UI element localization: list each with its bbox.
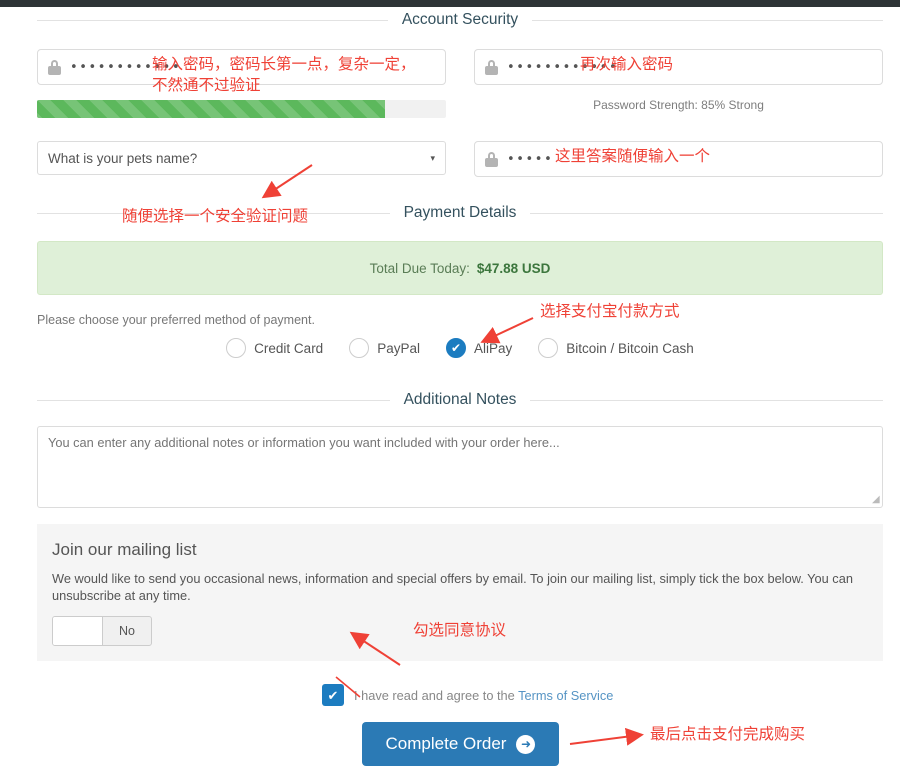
terms-checkbox[interactable]: ✔ [322,684,344,706]
total-due-box: Total Due Today: $47.88 USD [37,241,883,295]
terms-of-service-link[interactable]: Terms of Service [518,688,613,703]
payment-method-group: Credit Card PayPal ✔ AliPay Bitcoin / Bi… [37,338,883,358]
section-header-additional-notes: Additional Notes [37,391,883,409]
payment-method-prompt: Please choose your preferred method of p… [37,313,315,327]
payment-option-label: Bitcoin / Bitcoin Cash [566,341,694,356]
divider-right [530,213,883,214]
payment-option-alipay[interactable]: ✔ AliPay [446,338,512,358]
arrow-submit [570,735,640,744]
password-strength-bar [37,100,446,118]
terms-text: I have read and agree to the [354,688,518,703]
annotation-security-question-note: 随便选择一个安全验证问题 [122,207,308,228]
radio-icon[interactable] [538,338,558,358]
lock-icon [485,60,498,75]
annotation-password-note: 输入密码，密码长第一点，复杂一定， 不然通不过验证 [152,55,416,97]
payment-option-paypal[interactable]: PayPal [349,338,420,358]
annotation-security-answer-note: 这里答案随便输入一个 [555,147,710,168]
toggle-state-label: No [103,624,151,638]
security-answer-value: ••••• [507,153,553,166]
chevron-down-icon: ▾ [430,153,435,164]
radio-checked-icon[interactable]: ✔ [446,338,466,358]
lock-icon [485,152,498,167]
divider-right [532,20,883,21]
security-question-select[interactable]: What is your pets name? ▾ [37,141,446,175]
mailing-list-description: We would like to send you occasional new… [52,570,868,605]
annotation-submit-note: 最后点击支付完成购买 [650,725,805,746]
payment-option-label: AliPay [474,341,512,356]
confirm-password-field[interactable]: •••••••••••• [474,49,883,85]
lock-icon [48,60,61,75]
payment-option-credit-card[interactable]: Credit Card [226,338,323,358]
top-bar [0,0,900,7]
mailing-list-toggle[interactable]: No [52,616,152,646]
password-strength-fill [37,100,385,118]
arrow-right-icon: ➜ [516,735,535,754]
complete-order-button[interactable]: Complete Order ➜ [362,722,559,766]
radio-icon[interactable] [349,338,369,358]
annotation-payment-method-note: 选择支付宝付款方式 [540,302,680,323]
password-strength-label: Password Strength: 85% Strong [474,98,883,112]
terms-label: I have read and agree to the Terms of Se… [354,688,613,703]
annotation-confirm-password-note: 再次输入密码 [580,55,673,76]
divider-left [37,400,390,401]
complete-order-label: Complete Order [386,734,507,754]
resize-grip-icon[interactable]: ◢ [872,494,882,504]
radio-icon[interactable] [226,338,246,358]
section-title-payment-details: Payment Details [404,204,517,222]
toggle-knob[interactable] [53,617,103,645]
section-title-additional-notes: Additional Notes [404,391,517,409]
divider-right [530,400,883,401]
divider-left [37,20,388,21]
security-question-value: What is your pets name? [48,151,197,166]
checkout-page: Account Security •••••••••••• ••••••••••… [0,0,900,779]
payment-option-label: Credit Card [254,341,323,356]
payment-option-bitcoin[interactable]: Bitcoin / Bitcoin Cash [538,338,694,358]
mailing-list-title: Join our mailing list [52,540,197,560]
additional-notes-input[interactable] [37,426,883,508]
terms-of-service-row[interactable]: ✔ I have read and agree to the Terms of … [322,684,613,706]
total-due-label: Total Due Today: [370,261,470,276]
section-header-account-security: Account Security [37,11,883,29]
annotation-mailing-agree-note: 勾选同意协议 [413,621,506,642]
section-title-account-security: Account Security [402,11,518,29]
total-due-amount: $47.88 USD [477,261,551,276]
payment-option-label: PayPal [377,341,420,356]
